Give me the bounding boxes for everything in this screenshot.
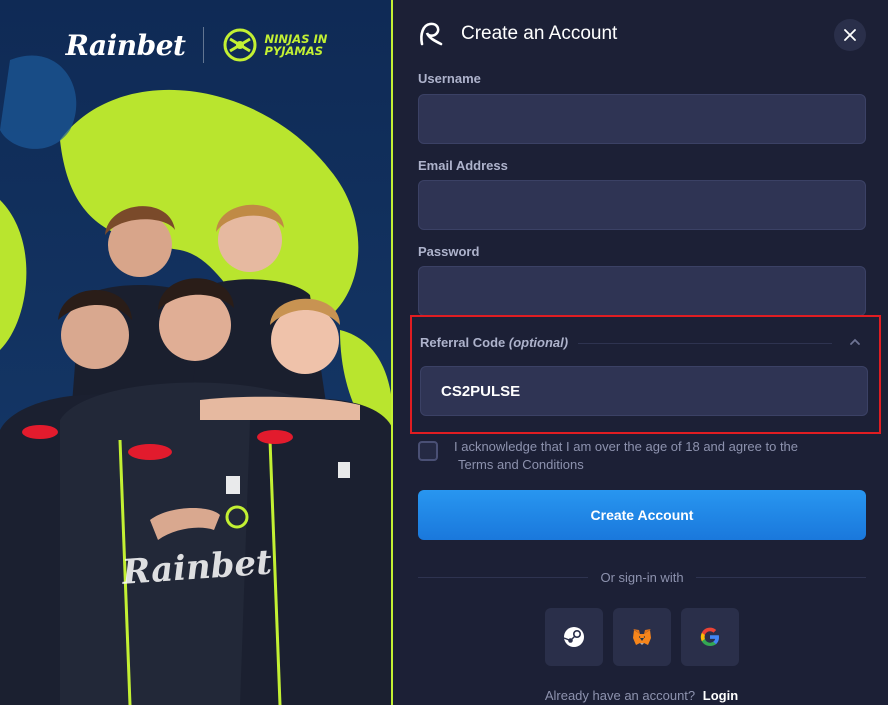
- metamask-login-button[interactable]: [613, 608, 671, 666]
- google-login-button[interactable]: [681, 608, 739, 666]
- rainbet-r-logo-icon: [420, 22, 443, 46]
- referral-code-label: Referral Code (optional): [420, 335, 568, 350]
- nip-text-line2: PYJAMAS: [264, 44, 324, 58]
- google-icon: [700, 627, 719, 646]
- password-label: Password: [418, 244, 480, 259]
- metamask-icon: [633, 629, 651, 645]
- email-input[interactable]: [418, 180, 866, 230]
- promo-background-image: [0, 0, 391, 705]
- or-sign-in-text: Or sign-in with: [600, 569, 684, 585]
- or-sign-in-divider: Or sign-in with: [418, 568, 867, 586]
- referral-code-input[interactable]: CS2PULSE: [420, 366, 868, 416]
- ninjas-in-pyjamas-icon: [223, 28, 257, 62]
- rainbet-logo: Rainbet: [65, 28, 186, 62]
- terms-and-conditions-link[interactable]: Terms and Conditions: [454, 456, 864, 474]
- login-prompt-row: Already have an account? Login: [395, 688, 888, 703]
- promo-brand-row: Rainbet NINJAS IN PYJAMAS: [0, 22, 391, 68]
- age-acknowledge-label: I acknowledge that I am over the age of …: [454, 439, 799, 454]
- username-input[interactable]: [418, 94, 866, 144]
- referral-divider: [578, 343, 832, 344]
- email-label: Email Address: [418, 158, 508, 173]
- steam-icon: [563, 627, 584, 647]
- chevron-up-icon[interactable]: [848, 335, 862, 349]
- login-link[interactable]: Login: [703, 688, 738, 703]
- create-account-button[interactable]: Create Account: [418, 490, 866, 540]
- referral-label-text: Referral Code: [420, 335, 506, 350]
- ninjas-in-pyjamas-logo: NINJAS IN PYJAMAS: [222, 27, 327, 63]
- age-acknowledge-checkbox[interactable]: [418, 441, 438, 461]
- steam-login-button[interactable]: [545, 608, 603, 666]
- modal-title: Create an Account: [461, 23, 618, 44]
- close-button[interactable]: [834, 19, 866, 51]
- modal-header: Create an Account: [417, 18, 617, 50]
- username-label: Username: [418, 71, 481, 86]
- referral-code-section: Referral Code (optional) CS2PULSE: [410, 315, 881, 434]
- age-acknowledge-text: I acknowledge that I am over the age of …: [454, 438, 864, 474]
- login-prompt-text: Already have an account?: [544, 688, 696, 703]
- social-login-row: [545, 608, 739, 666]
- referral-optional-text: (optional): [508, 335, 569, 350]
- close-icon: [844, 29, 856, 41]
- promo-banner: Rainbet NINJAS IN PYJAMAS Rainbet: [0, 0, 393, 705]
- password-input[interactable]: [418, 266, 866, 316]
- brand-divider: [203, 27, 205, 63]
- create-account-modal: Create an Account Username Email Address…: [395, 0, 888, 705]
